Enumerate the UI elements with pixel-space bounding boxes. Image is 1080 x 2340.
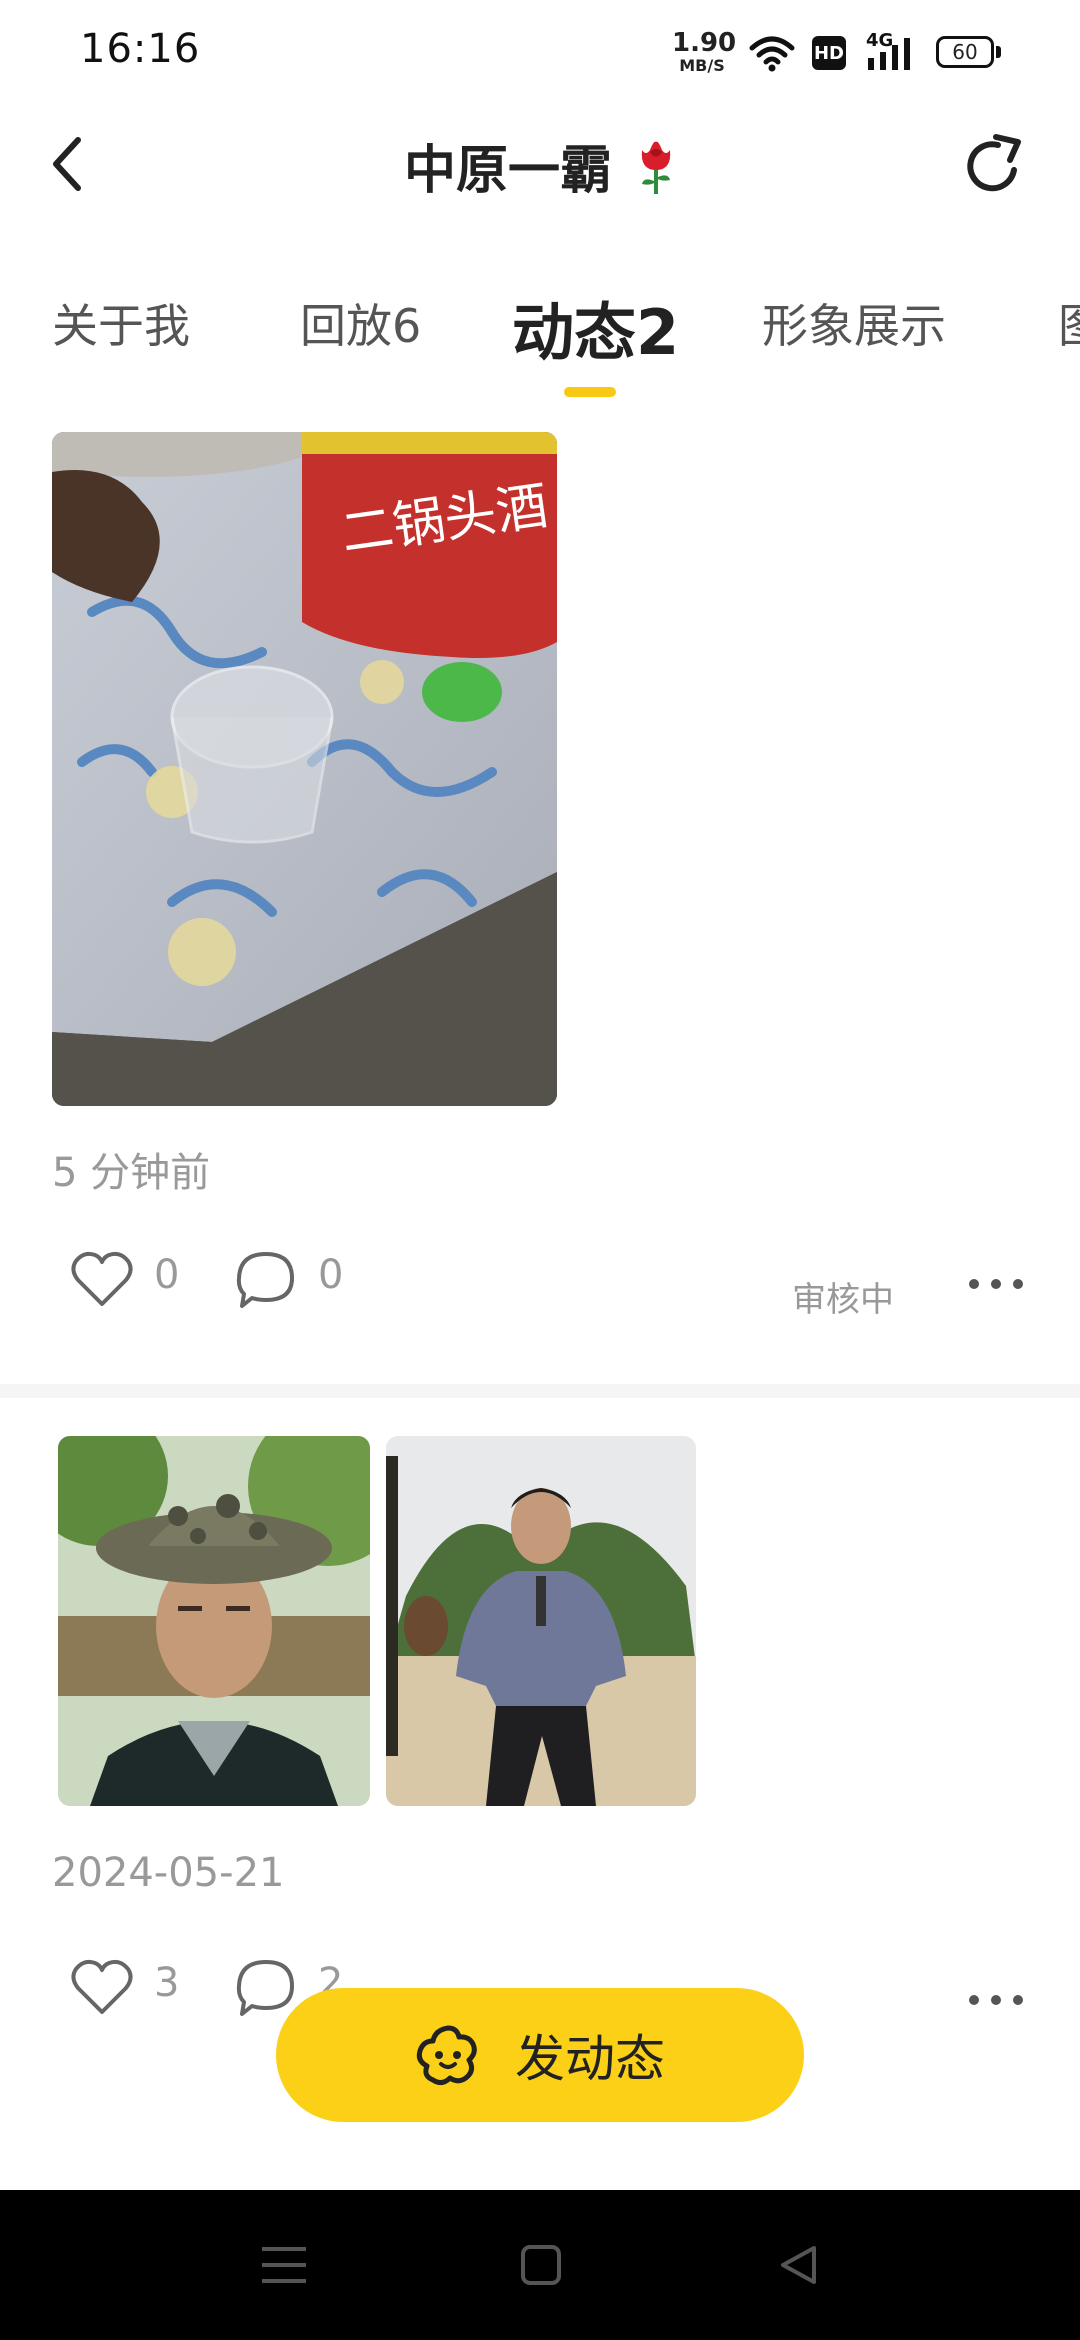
home-icon[interactable]: [520, 2244, 562, 2286]
portrait-hat-photo: [58, 1436, 370, 1806]
wifi-icon: [749, 36, 795, 72]
status-time: 16:16: [80, 26, 201, 72]
tab-replay[interactable]: 回放6: [300, 290, 421, 356]
comment-count: 0: [318, 1252, 344, 1298]
tab-moments[interactable]: 动态2: [512, 282, 679, 372]
menu-icon[interactable]: [262, 2244, 306, 2286]
post-time: 5 分钟前: [52, 1150, 211, 1196]
like-icon[interactable]: [70, 1958, 134, 2016]
comment-icon[interactable]: [234, 1958, 298, 2018]
post-photo[interactable]: 二锅头酒: [52, 432, 557, 1106]
battery-icon: 60: [936, 36, 994, 68]
like-count: 3: [154, 1960, 180, 2006]
back-nav-icon[interactable]: [778, 2244, 818, 2286]
rose-icon: [641, 141, 671, 194]
refresh-icon[interactable]: [958, 130, 1030, 202]
network-speed: 1.90 MB/S: [672, 28, 737, 75]
like-icon[interactable]: [70, 1250, 134, 1308]
page-title-text: 中原一霸: [403, 141, 612, 201]
review-status: 审核中: [792, 1280, 894, 1320]
liquor-table-photo: 二锅头酒: [52, 432, 557, 1106]
post-photo[interactable]: [386, 1436, 696, 1806]
post-photo[interactable]: [58, 1436, 370, 1806]
more-options-icon[interactable]: [966, 1276, 1026, 1292]
tab-about-me[interactable]: 关于我: [52, 290, 190, 356]
tab-indicator: [564, 387, 616, 397]
signal-icon: [868, 38, 910, 70]
page-title: 中原一霸: [0, 128, 1080, 203]
more-options-icon[interactable]: [966, 1992, 1026, 2008]
post-moment-label: 发动态: [515, 2030, 665, 2088]
comment-icon[interactable]: [234, 1250, 298, 1310]
like-count: 0: [154, 1252, 180, 1298]
tab-image-showcase[interactable]: 形象展示: [762, 290, 946, 356]
post-divider: [0, 1384, 1080, 1398]
battery-tip: [996, 46, 1001, 58]
tab-more[interactable]: 图: [1058, 290, 1080, 356]
post-time: 2024-05-21: [52, 1850, 285, 1896]
portrait-standing-photo: [386, 1436, 696, 1806]
hd-icon: HD: [812, 36, 846, 70]
post-moment-button[interactable]: 发动态: [276, 1988, 804, 2122]
smile-star-icon: [416, 2025, 477, 2086]
